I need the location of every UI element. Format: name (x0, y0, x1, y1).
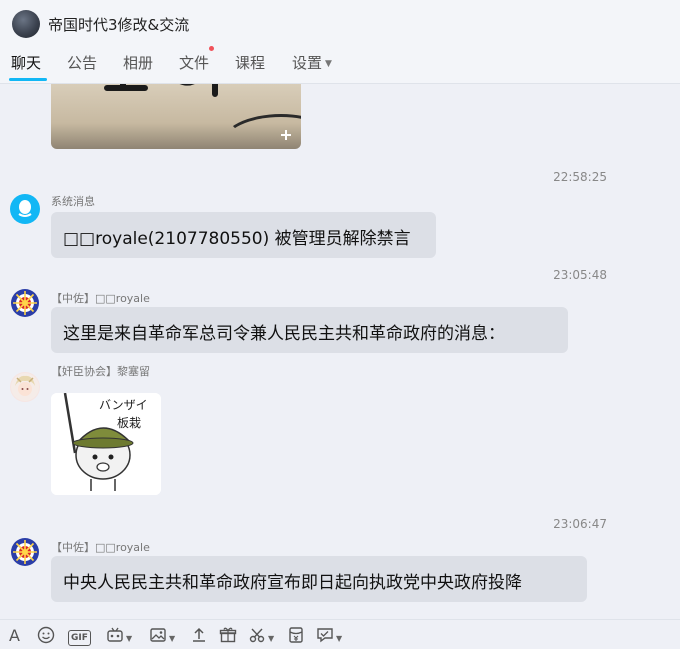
chevron-down-icon: ▼ (325, 59, 332, 69)
image-graphic (85, 84, 255, 118)
sticker-caption-1: バンザイ (99, 398, 148, 412)
tab-bar: 聊天 公告 相册 文件 课程 设置 ▼ (0, 50, 680, 82)
tab-settings[interactable]: 设置 ▼ (292, 52, 332, 73)
group-title[interactable]: 帝国时代3修改&交流 (48, 14, 189, 35)
tab-settings-label: 设置 (292, 54, 323, 72)
screenshot-scissors-icon[interactable]: ▼ (248, 626, 274, 646)
image-icon[interactable]: ▼ (149, 626, 175, 646)
sticker-image[interactable]: バンザイ 板栽 (51, 393, 161, 495)
message-bubble[interactable]: 中央人民民主共和革命政府宣布即日起向执政党中央政府投降 (51, 556, 587, 602)
message-list[interactable]: 22:58:25 系统消息 □□royale(2107780550) 被管理员解… (0, 84, 680, 619)
chevron-down-icon: ▼ (336, 634, 343, 643)
user-avatar[interactable] (10, 372, 40, 402)
gift-icon[interactable] (219, 626, 237, 646)
sender-name: 【中佐】□□royale (51, 541, 150, 554)
chevron-down-icon: ▼ (268, 634, 275, 643)
chevron-down-icon: ▼ (126, 634, 133, 643)
chat-record-icon[interactable]: ▼ (316, 626, 342, 646)
chat-header: 帝国时代3修改&交流 聊天 公告 相册 文件 课程 设置 ▼ (0, 0, 680, 84)
active-tab-indicator (9, 78, 47, 81)
upload-icon[interactable] (190, 626, 208, 646)
system-avatar[interactable] (10, 194, 40, 224)
red-packet-icon[interactable] (287, 626, 305, 646)
timestamp: 23:06:47 (553, 517, 607, 531)
message-bubble[interactable]: □□royale(2107780550) 被管理员解除禁言 (51, 212, 436, 258)
message-image[interactable] (51, 84, 301, 149)
sticker-icon[interactable]: ▼ (106, 626, 132, 646)
sender-name: 系统消息 (51, 195, 95, 208)
zoom-icon[interactable] (279, 128, 293, 142)
files-notification-dot (209, 46, 214, 51)
tab-chat[interactable]: 聊天 (11, 52, 41, 73)
chevron-down-icon: ▼ (169, 634, 176, 643)
group-avatar[interactable] (12, 10, 40, 38)
emoji-icon[interactable] (37, 626, 55, 646)
sender-name: 【奸臣协会】黎塞留 (51, 365, 150, 378)
sender-name: 【中佐】□□royale (51, 292, 150, 305)
tab-files[interactable]: 文件 (179, 52, 209, 73)
user-avatar[interactable] (10, 288, 40, 318)
timestamp: 23:05:48 (553, 268, 607, 282)
gif-label: GIF (68, 630, 91, 646)
tab-album[interactable]: 相册 (123, 52, 153, 73)
sticker-caption-2: 板栽 (117, 416, 141, 430)
tab-courses[interactable]: 课程 (235, 52, 265, 73)
timestamp: 22:58:25 (553, 170, 607, 184)
message-bubble[interactable]: 这里是来自革命军总司令兼人民民主共和革命政府的消息： (51, 307, 568, 353)
input-toolbar: A GIF ▼ ▼ ▼ ▼ (0, 619, 680, 649)
font-icon[interactable]: A (9, 626, 20, 646)
tab-announcement[interactable]: 公告 (67, 52, 97, 73)
gif-icon[interactable]: GIF (68, 626, 91, 646)
user-avatar[interactable] (10, 537, 40, 567)
